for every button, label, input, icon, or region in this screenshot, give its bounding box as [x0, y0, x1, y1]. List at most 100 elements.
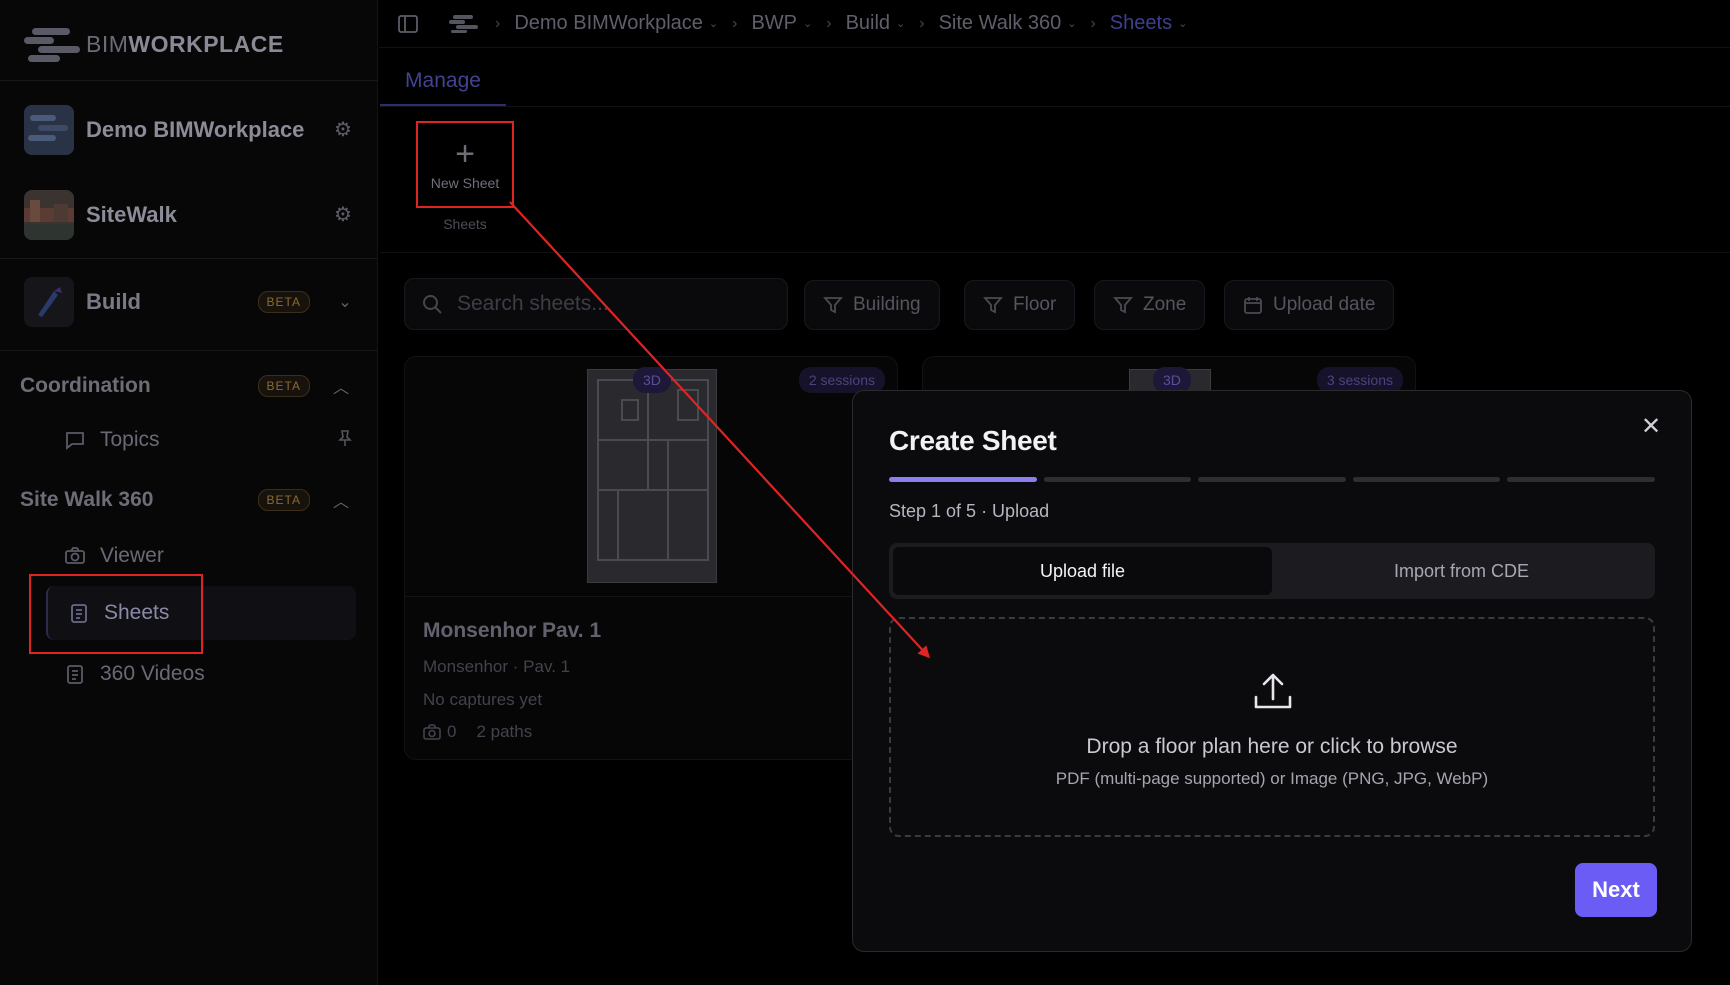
breadcrumb-item-current[interactable]: Sheets ⌄ [1110, 12, 1187, 35]
breadcrumb-item[interactable]: Build ⌄ [846, 12, 906, 35]
sheet-subtitle: Monsenhor · Pav. 1 [423, 657, 571, 676]
sheet-stats: 0 2 paths [423, 722, 532, 742]
filter-label: Building [853, 294, 921, 315]
nav-coordination-label: Coordination [20, 374, 151, 397]
filter-upload-date-button[interactable]: Upload date [1224, 280, 1395, 330]
step-progress [889, 477, 1655, 482]
clipboard-icon [68, 602, 90, 624]
camera-icon [64, 545, 86, 567]
logo-icon [24, 26, 82, 62]
filter-label: Upload date [1273, 294, 1376, 315]
new-sheet-button[interactable]: + New Sheet [416, 121, 514, 208]
filter-label: Floor [1013, 294, 1057, 315]
plus-icon: + [455, 134, 475, 173]
chevron-down-icon: ⌄ [803, 18, 813, 30]
step-segment [1043, 477, 1192, 482]
tab-upload-file[interactable]: Upload file [893, 547, 1272, 595]
app-logo[interactable]: BIMWORKPLACE [24, 24, 284, 64]
workspace-demo-bimworkplace[interactable]: Demo BIMWorkplace ⚙ [24, 104, 354, 156]
chevron-down-icon: ⌄ [896, 18, 906, 30]
chevron-down-icon: ⌄ [708, 18, 719, 30]
home-logo-icon[interactable] [449, 14, 479, 34]
breadcrumb-separator: › [495, 14, 501, 32]
sidebar-item-label: Viewer [100, 544, 164, 567]
step-segment [1198, 477, 1346, 482]
sidebar-toggle-icon[interactable] [397, 13, 419, 35]
sidebar-item-label: 360 Videos [100, 662, 205, 685]
camera-icon [423, 724, 441, 740]
search-placeholder: Search sheets... [457, 292, 609, 315]
search-input[interactable]: Search sheets... [404, 278, 788, 330]
step-segment [1507, 477, 1655, 482]
breadcrumb: › Demo BIMWorkplace ⌄ › BWP ⌄ › Build ⌄ › S… [379, 0, 1730, 48]
3d-badge: 3D [633, 367, 671, 393]
workspace-name: SiteWalk [86, 202, 177, 227]
chevron-up-icon[interactable]: ︿ [332, 488, 350, 512]
filter-icon [823, 295, 843, 315]
filter-zone-button[interactable]: Zone [1094, 280, 1206, 330]
nav-site-walk-label: Site Walk 360 [20, 488, 154, 511]
nav-site-walk-360[interactable]: Site Walk 360 BETA ︿ [20, 480, 350, 520]
filter-building-button[interactable]: Building [804, 280, 940, 330]
chevron-up-icon[interactable]: ︿ [332, 374, 350, 398]
gear-icon[interactable]: ⚙ [332, 204, 354, 226]
nav-build-label: Build [86, 289, 141, 314]
chat-icon [64, 429, 86, 451]
pin-icon[interactable] [336, 429, 354, 452]
filter-icon [983, 295, 1003, 315]
divider [0, 80, 378, 81]
workspace-avatar [24, 190, 74, 240]
chevron-down-icon[interactable]: ⌄ [336, 292, 354, 312]
breadcrumb-separator: › [826, 14, 832, 32]
breadcrumb-item[interactable]: Demo BIMWorkplace ⌄ [514, 12, 718, 35]
sidebar-item-sheets[interactable]: Sheets [68, 593, 358, 633]
build-icon [24, 277, 74, 327]
sheet-title: Monsenhor Pav. 1 [423, 619, 602, 642]
breadcrumb-separator: › [732, 14, 738, 32]
sheet-thumbnail: 3D 2 sessions [405, 357, 897, 597]
next-button[interactable]: Next [1575, 863, 1657, 917]
breadcrumb-item[interactable]: BWP ⌄ [751, 12, 812, 35]
upload-icon [1254, 673, 1292, 709]
close-icon[interactable]: ✕ [1639, 415, 1663, 439]
filter-icon [1113, 295, 1133, 315]
sidebar-item-label: Topics [100, 428, 160, 451]
breadcrumb-separator: › [1090, 14, 1096, 32]
breadcrumb-item[interactable]: Site Walk 360 ⌄ [939, 12, 1077, 35]
nav-build[interactable]: Build BETA ⌄ [24, 276, 354, 328]
sidebar-item-360-videos[interactable]: 360 Videos [64, 654, 354, 694]
drop-zone-title: Drop a floor plan here or click to brows… [1086, 735, 1458, 758]
sidebar-item-viewer[interactable]: Viewer [64, 536, 354, 576]
beta-badge: BETA [257, 375, 310, 397]
file-drop-zone[interactable]: Drop a floor plan here or click to brows… [889, 617, 1655, 837]
beta-badge: BETA [257, 291, 310, 313]
divider [380, 252, 1730, 253]
gear-icon[interactable]: ⚙ [332, 119, 354, 141]
chevron-down-icon: ⌄ [1178, 18, 1188, 30]
beta-badge: BETA [257, 489, 310, 511]
sidebar-item-topics[interactable]: Topics [64, 420, 354, 460]
paths-count: 2 paths [476, 722, 533, 741]
toolbar-group-caption: Sheets [443, 216, 487, 232]
chevron-down-icon: ⌄ [1067, 18, 1077, 30]
upload-source-toggle: Upload file Import from CDE [889, 543, 1655, 599]
sheet-card[interactable]: 3D 2 sessions Monsenhor Pav. 1 Monsenhor… [404, 356, 898, 760]
clipboard-icon [64, 663, 86, 685]
step-segment [889, 477, 1037, 482]
filter-floor-button[interactable]: Floor [964, 280, 1076, 330]
logo-text: BIMWORKPLACE [86, 30, 284, 57]
tab-import-from-cde[interactable]: Import from CDE [1272, 547, 1651, 595]
floor-plan-image [587, 369, 717, 583]
drop-zone-hint: PDF (multi-page supported) or Image (PNG… [1055, 769, 1489, 788]
captures-count: 0 [447, 722, 457, 741]
divider [380, 106, 1730, 107]
workspace-sitewalk[interactable]: SiteWalk ⚙ [24, 189, 354, 241]
search-icon [423, 295, 442, 314]
sheet-status: No captures yet [423, 690, 543, 709]
divider [0, 350, 378, 351]
tab-manage[interactable]: Manage [380, 58, 506, 106]
step-segment [1352, 477, 1501, 482]
nav-coordination[interactable]: Coordination BETA ︿ [20, 366, 350, 406]
sidebar-item-label: Sheets [104, 601, 170, 624]
workspace-avatar [24, 105, 74, 155]
